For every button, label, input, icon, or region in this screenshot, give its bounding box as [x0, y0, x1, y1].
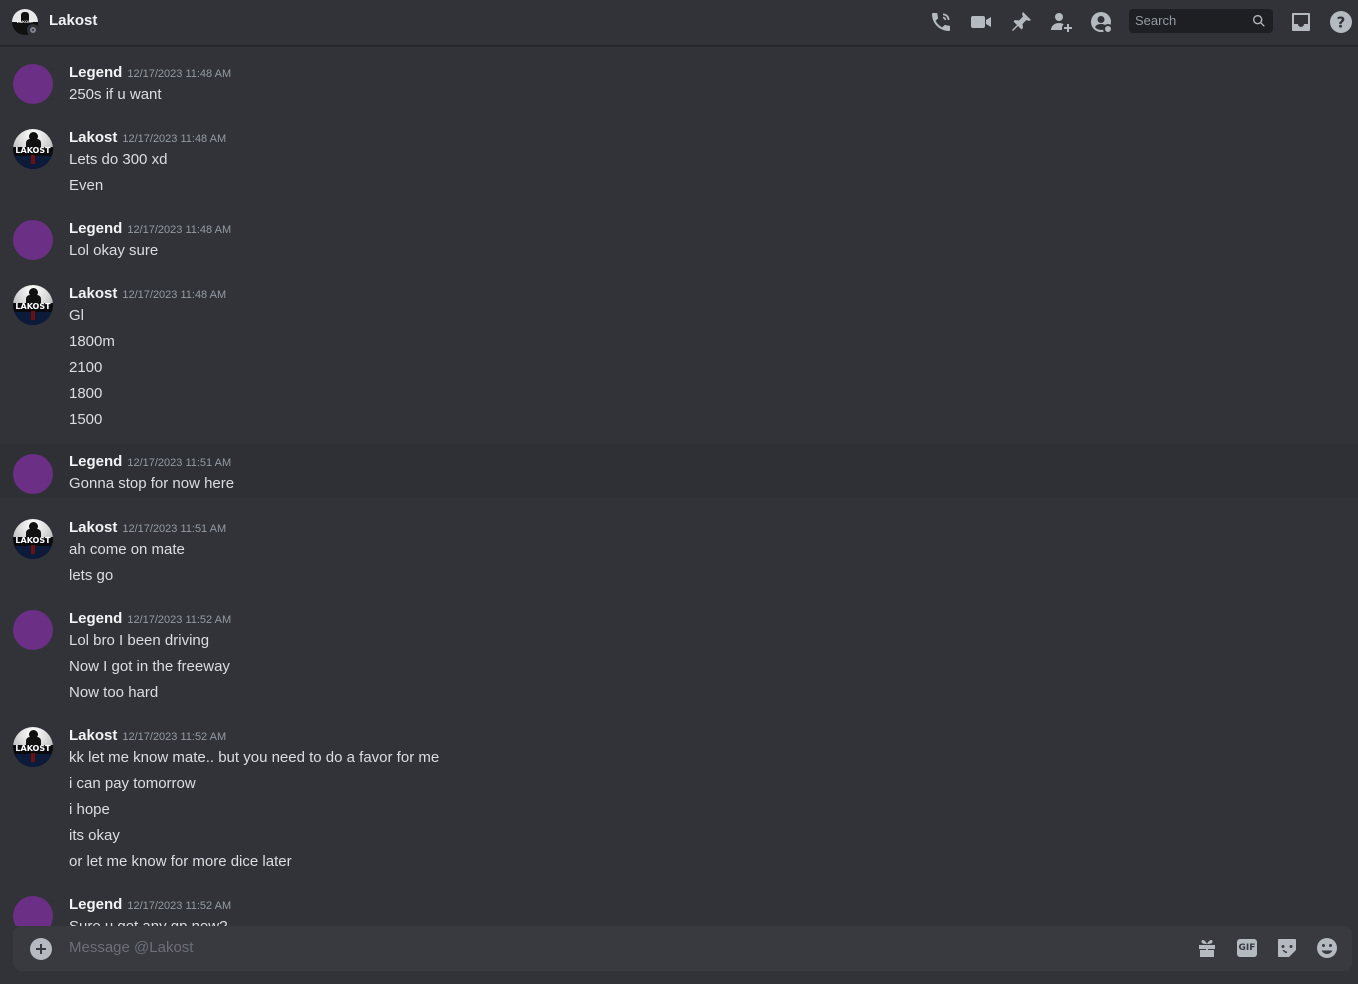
message-header: Lakost 12/17/2023 11:51 AM	[69, 518, 226, 538]
sticker-icon	[1278, 939, 1296, 957]
message-text: i hope	[69, 801, 110, 818]
message-text: 1800	[69, 385, 103, 402]
message-header: Lakost 12/17/2023 11:48 AM	[69, 128, 226, 148]
message-header: Legend 12/17/2023 11:52 AM	[69, 895, 231, 915]
message-text: its okay	[69, 827, 120, 844]
avatar[interactable]	[13, 220, 53, 260]
message-text: Now too hard	[69, 684, 159, 701]
message-text: Lol bro I been driving	[69, 632, 210, 649]
voice-call-button[interactable]	[928, 9, 954, 35]
avatar[interactable]	[13, 454, 53, 494]
message-text: lets go	[69, 567, 114, 584]
message-group[interactable]: Legend 12/17/2023 11:52 AM Lol bro I been…	[0, 606, 1358, 710]
avatar[interactable]	[13, 896, 53, 926]
sticker-button[interactable]	[1275, 936, 1299, 960]
message-text: Lol okay sure	[69, 242, 159, 259]
message-group[interactable]: Legend 12/17/2023 11:48 AM Lol okay sure	[0, 216, 1358, 268]
message-timestamp: 12/17/2023 11:52 AM	[127, 614, 232, 626]
user-profile-icon	[1091, 12, 1113, 34]
search-input[interactable]: Search	[1129, 9, 1273, 33]
help-button[interactable]: ?	[1328, 9, 1354, 35]
gif-button[interactable]: GIF	[1237, 939, 1257, 957]
message-input[interactable]: Message @Lakost	[69, 939, 193, 957]
message-timestamp: 12/17/2023 11:48 AM	[122, 133, 227, 145]
message-text: Even	[69, 177, 104, 194]
help-icon: ?	[1330, 11, 1352, 33]
message-group[interactable]: LAKOST Lakost 12/17/2023 11:48 AM Gl 1800…	[0, 281, 1358, 437]
message-composer[interactable]: Message @Lakost GIF	[13, 926, 1352, 971]
message-header: Legend 12/17/2023 11:52 AM	[69, 609, 231, 629]
search-icon	[1253, 15, 1265, 27]
message-text: 250s if u want	[69, 86, 162, 103]
message-header: Lakost 12/17/2023 11:52 AM	[69, 726, 226, 746]
inbox-icon	[1292, 13, 1310, 31]
phone-icon	[932, 13, 950, 31]
message-text: Sure u got any gp now?	[69, 917, 227, 926]
add-user-icon	[1051, 13, 1072, 32]
user-profile-button[interactable]	[1088, 9, 1114, 35]
message-group[interactable]: LAKOST Lakost 12/17/2023 11:52 AM kk let …	[0, 723, 1358, 879]
message-timestamp: 12/17/2023 11:51 AM	[127, 457, 232, 469]
message-text: 2100	[69, 359, 103, 376]
message-author[interactable]: Legend	[69, 453, 122, 470]
message-timestamp: 12/17/2023 11:51 AM	[122, 523, 227, 535]
avatar[interactable]: LAKOST	[13, 519, 53, 559]
message-group[interactable]: Legend 12/17/2023 11:48 AM 250s if u want	[0, 60, 1358, 112]
message-author[interactable]: Lakost	[69, 519, 117, 536]
inbox-button[interactable]	[1288, 9, 1314, 35]
message-author[interactable]: Legend	[69, 610, 122, 627]
message-author[interactable]: Lakost	[69, 129, 117, 146]
message-author[interactable]: Legend	[69, 896, 122, 913]
message-header: Legend 12/17/2023 11:48 AM	[69, 219, 231, 239]
search-placeholder: Search	[1135, 13, 1177, 28]
message-text: kk let me know mate.. but you need to do…	[69, 749, 440, 766]
channel-header: LAKOST Lakost Search ?	[0, 0, 1358, 46]
message-timestamp: 12/17/2023 11:48 AM	[127, 68, 232, 80]
message-text: 1800m	[69, 333, 115, 350]
message-group[interactable]: LAKOST Lakost 12/17/2023 11:51 AM ah come…	[0, 515, 1358, 593]
message-timestamp: 12/17/2023 11:52 AM	[122, 731, 227, 743]
message-text: Lets do 300 xd	[69, 151, 168, 168]
emoji-icon	[1317, 938, 1337, 958]
message-timestamp: 12/17/2023 11:52 AM	[127, 900, 232, 912]
message-header: Lakost 12/17/2023 11:48 AM	[69, 284, 226, 304]
video-call-button[interactable]	[968, 9, 994, 35]
avatar[interactable]: LAKOST	[13, 727, 53, 767]
message-header: Legend 12/17/2023 11:48 AM	[69, 63, 231, 83]
message-text: Now I got in the freeway	[69, 658, 230, 675]
gift-button[interactable]	[1195, 936, 1219, 960]
message-header: Legend 12/17/2023 11:51 AM	[69, 452, 231, 472]
message-group[interactable]: Legend 12/17/2023 11:51 AM Gonna stop for…	[0, 444, 1358, 498]
gift-icon	[1199, 940, 1215, 957]
svg-text:?: ?	[1337, 14, 1346, 32]
message-text: ah come on mate	[69, 541, 185, 558]
pin-icon	[1012, 12, 1031, 31]
message-text: i can pay tomorrow	[69, 775, 196, 792]
avatar[interactable]	[13, 64, 53, 104]
message-text: or let me know for more dice later	[69, 853, 292, 870]
avatar[interactable]	[13, 610, 53, 650]
message-list: Legend 12/17/2023 11:48 AM 250s if u want…	[0, 46, 1358, 926]
upload-plus-icon[interactable]	[30, 938, 52, 960]
video-camera-icon	[971, 16, 991, 28]
message-text: Gl	[69, 307, 84, 324]
message-author[interactable]: Legend	[69, 64, 122, 81]
offline-status-icon	[27, 24, 39, 36]
message-text: Gonna stop for now here	[69, 475, 235, 492]
message-group[interactable]: LAKOST Lakost 12/17/2023 11:48 AM Lets do…	[0, 125, 1358, 203]
dm-title[interactable]: Lakost	[49, 12, 97, 30]
message-author[interactable]: Lakost	[69, 727, 117, 744]
message-author[interactable]: Legend	[69, 220, 122, 237]
message-timestamp: 12/17/2023 11:48 AM	[122, 289, 227, 301]
pinned-messages-button[interactable]	[1008, 9, 1034, 35]
add-friends-button[interactable]	[1048, 9, 1074, 35]
avatar[interactable]: LAKOST	[13, 129, 53, 169]
message-text: 1500	[69, 411, 103, 428]
avatar[interactable]: LAKOST	[13, 285, 53, 325]
emoji-button[interactable]	[1315, 936, 1339, 960]
message-author[interactable]: Lakost	[69, 285, 117, 302]
message-group[interactable]: Legend 12/17/2023 11:52 AM Sure u got any…	[0, 892, 1358, 926]
message-timestamp: 12/17/2023 11:48 AM	[127, 224, 232, 236]
